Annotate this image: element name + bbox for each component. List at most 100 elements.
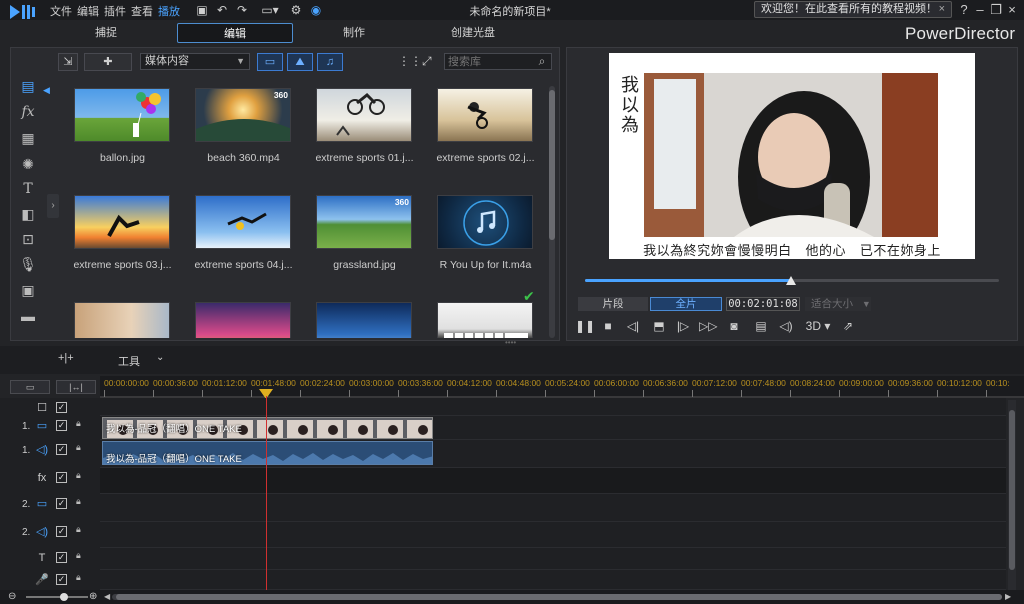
plugins-puzzle-icon[interactable]: ✚ <box>84 53 132 71</box>
menu-playback[interactable]: 播放 <box>158 3 180 19</box>
track-row[interactable] <box>100 468 1006 494</box>
fit-timeline-button[interactable]: ▭ <box>10 380 50 394</box>
particle-icon[interactable]: ✺ <box>18 154 38 174</box>
snapshot-camera-icon[interactable]: ◙ <box>725 318 743 334</box>
audio-mixing-icon[interactable]: ⊡ <box>18 229 38 249</box>
track-row[interactable] <box>100 548 1006 570</box>
filter-video-icon[interactable]: ▭ <box>257 53 283 71</box>
expand-panel-chevron-icon[interactable]: › <box>47 194 59 218</box>
filter-audio-icon[interactable]: ♫ <box>317 53 343 71</box>
volume-icon[interactable]: ◁) <box>777 318 795 334</box>
transitions-icon[interactable]: ◧ <box>18 204 38 224</box>
search-icon[interactable]: ⌕ <box>535 54 549 68</box>
zoom-slider[interactable] <box>26 596 88 598</box>
save-icon[interactable]: ▣ <box>194 2 210 18</box>
library-item[interactable] <box>183 294 304 338</box>
track-header[interactable]: 2. ▭ ✓ 🔒︎ <box>0 494 100 518</box>
subtitle-toggle-icon[interactable]: ▤ <box>752 318 770 334</box>
pip-objects-icon[interactable]: ▦ <box>18 128 38 148</box>
lock-icon[interactable]: 🔒︎ <box>76 572 81 583</box>
seek-handle[interactable] <box>786 276 796 285</box>
lock-icon[interactable]: 🔒︎ <box>76 524 81 535</box>
title-text-icon[interactable]: T <box>18 179 38 199</box>
library-item[interactable] <box>304 294 425 338</box>
chapter-icon[interactable]: ▣ <box>18 280 38 300</box>
notification-bell-icon[interactable]: ◉ <box>308 2 324 18</box>
tools-menu-label[interactable]: 工具 <box>118 353 140 369</box>
library-item[interactable]: extreme sports 01.j... <box>304 80 425 186</box>
grid-view-icon[interactable]: ⋮⋮ <box>398 54 422 68</box>
library-item[interactable]: 360 beach 360.mp4 <box>183 80 304 186</box>
welcome-banner[interactable]: 欢迎您！在此查看所有的教程视频！ × <box>754 1 952 18</box>
aspect-ratio-icon[interactable]: ▭▾ <box>256 2 284 18</box>
library-item[interactable]: ✔ <box>425 288 546 338</box>
timeline-horizontal-scrollbar-thumb[interactable] <box>116 594 1002 600</box>
library-item[interactable]: 360 grassland.jpg <box>304 187 425 293</box>
stop-icon[interactable]: ■ <box>599 318 617 334</box>
minimize-icon[interactable]: – <box>972 2 988 18</box>
track-row[interactable] <box>100 522 1006 548</box>
track-header[interactable]: 1. ◁) ✓ 🔒︎ <box>0 440 100 464</box>
track-header[interactable]: 2. ◁) ✓ 🔒︎ <box>0 522 100 546</box>
undock-preview-icon[interactable]: ⇗ <box>839 318 857 334</box>
video-clip[interactable]: 我以為-品冠（翻唱）ONE TAKE <box>102 417 433 439</box>
audio-clip[interactable]: 我以為-品冠（翻唱）ONE TAKE <box>102 441 433 465</box>
library-item[interactable]: R You Up for It.m4a <box>425 187 546 293</box>
voice-over-mic-icon[interactable]: 🎙 <box>18 254 38 274</box>
3d-mode-toggle[interactable]: 3D ▾ <box>803 318 833 334</box>
track-enable-checkbox[interactable]: ✓ <box>56 472 67 483</box>
track-enable-checkbox[interactable]: ✓ <box>56 420 67 431</box>
lock-icon[interactable]: 🔒︎ <box>76 418 81 429</box>
track-header[interactable]: fx ✓ 🔒︎ <box>0 468 100 492</box>
undo-icon[interactable]: ↶ <box>214 2 230 18</box>
tab-capture[interactable]: 捕捉 <box>48 23 164 43</box>
fast-forward-icon[interactable]: ▷▷ <box>699 318 717 334</box>
media-room-icon[interactable]: ▤ <box>18 76 38 96</box>
zoom-out-icon[interactable]: ⊖ <box>8 591 16 602</box>
library-item[interactable]: extreme sports 04.j... <box>183 187 304 293</box>
effects-fx-icon[interactable]: fx <box>18 102 38 122</box>
lock-icon[interactable]: 🔒︎ <box>76 550 81 561</box>
zoom-timeline-button[interactable]: |↔| <box>56 380 96 394</box>
tab-produce[interactable]: 制作 <box>296 23 412 43</box>
track-enable-checkbox[interactable]: ✓ <box>56 552 67 563</box>
media-content-dropdown[interactable]: 媒体内容 ▼ <box>140 53 250 70</box>
track-enable-checkbox[interactable]: ✓ <box>56 574 67 585</box>
restore-icon[interactable]: ❐ <box>988 2 1004 18</box>
pause-icon[interactable]: ❚❚ <box>575 318 595 334</box>
timeline-ruler[interactable]: 00:00:00:00 00:00:36:00 00:01:12:00 00:01:4… <box>100 376 1024 398</box>
track-enable-checkbox[interactable]: ✓ <box>56 402 67 413</box>
menu-plugins[interactable]: 插件 <box>104 3 126 19</box>
track-row[interactable] <box>100 570 1006 590</box>
tab-create-disc[interactable]: 创建光盘 <box>415 23 531 43</box>
library-item[interactable]: ballon.jpg <box>62 80 183 186</box>
window-close-icon[interactable]: × <box>1004 2 1020 18</box>
previous-frame-icon[interactable]: ◁| <box>624 318 642 334</box>
library-item[interactable]: extreme sports 02.j... <box>425 80 546 186</box>
chevron-down-icon[interactable]: ⌄ <box>156 352 164 363</box>
track-enable-checkbox[interactable]: ✓ <box>56 498 67 509</box>
expand-icon[interactable]: ⤢ <box>422 54 432 69</box>
lock-icon[interactable]: 🔒︎ <box>76 442 81 453</box>
track-enable-checkbox[interactable]: ✓ <box>56 526 67 537</box>
resize-grip-icon[interactable]: •••• <box>505 339 519 347</box>
track-header[interactable]: 1. ▭ ✓ 🔒︎ <box>0 416 100 440</box>
take-snapshot-frame-icon[interactable]: ⬒ <box>650 318 668 334</box>
library-item[interactable]: extreme sports 03.j... <box>62 187 183 293</box>
scroll-left-icon[interactable]: ◀ <box>104 592 110 601</box>
menu-file[interactable]: 文件 <box>50 3 72 19</box>
track-enable-checkbox[interactable]: ✓ <box>56 444 67 455</box>
tab-edit[interactable]: 编辑 <box>177 23 293 43</box>
menu-edit[interactable]: 编辑 <box>77 3 99 19</box>
import-media-icon[interactable]: ⇲ <box>58 53 78 71</box>
lock-icon[interactable]: 🔒︎ <box>76 470 81 481</box>
redo-icon[interactable]: ↷ <box>234 2 250 18</box>
zoom-fit-dropdown[interactable]: 适合大小 ▼ <box>805 297 871 311</box>
timeline-vertical-scrollbar-thumb[interactable] <box>1009 410 1015 570</box>
library-scrollbar-thumb[interactable] <box>549 90 555 240</box>
timecode-field[interactable]: 00:02:01:08 <box>726 297 800 311</box>
zoom-in-icon[interactable]: ⊕ <box>89 591 97 602</box>
next-frame-icon[interactable]: |▷ <box>674 318 692 334</box>
clip-mode-button[interactable]: 片段 <box>578 297 648 311</box>
zoom-slider-handle[interactable] <box>60 593 68 601</box>
